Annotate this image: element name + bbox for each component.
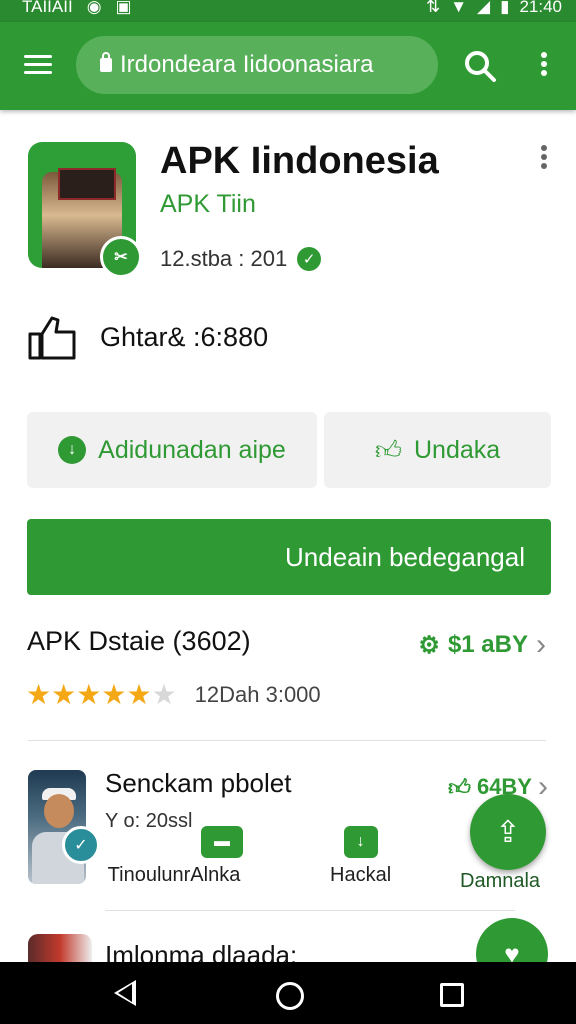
- recents-icon[interactable]: [440, 983, 464, 1007]
- action-item-1[interactable]: ▬ TinoulunrAlnka: [105, 826, 243, 887]
- divider: [105, 910, 515, 911]
- details-price-link[interactable]: ⚙ $1 aBY ›: [418, 628, 546, 662]
- verified-icon: ✓: [297, 247, 322, 271]
- data-icon: ⇅: [425, 0, 441, 16]
- star-icon: ★: [51, 679, 77, 710]
- clock: 21:40: [519, 0, 562, 16]
- star-icon: ★: [101, 679, 127, 710]
- rating-text: 12Dah 3:000: [194, 681, 321, 707]
- like-label: Undaka: [414, 435, 501, 464]
- url-bar[interactable]: Irdondeara Iidoonasiara: [76, 36, 438, 94]
- like-icon: 👍︎: [447, 774, 471, 800]
- list-item-title[interactable]: Senckam pbolet: [105, 768, 291, 799]
- sync-icon: ◉: [86, 0, 102, 16]
- status-bar: TAIIAII ◉ ▣ ⇅ ▼ ◢ ▮ 21:40: [0, 0, 576, 22]
- lock-icon: [100, 52, 112, 72]
- action-label-1: TinoulunrAlnka: [107, 864, 241, 886]
- system-nav-bar: [0, 962, 576, 1024]
- carrier-label: TAIIAII: [22, 0, 73, 16]
- action-item-2[interactable]: ↓ Hackal: [330, 826, 391, 887]
- search-button[interactable]: [462, 48, 498, 84]
- star-empty-icon: ★: [151, 679, 177, 710]
- signal-icon: ◢: [477, 0, 491, 16]
- gear-icon: ⚙: [418, 631, 440, 659]
- menu-icon-line: [24, 55, 52, 58]
- developer-link[interactable]: APK Tiin: [160, 190, 256, 219]
- search-icon: [465, 51, 496, 82]
- app-overflow-button[interactable]: [541, 145, 549, 173]
- menu-icon-line: [24, 63, 52, 66]
- thumb-head: [44, 794, 74, 828]
- back-icon[interactable]: [114, 980, 136, 1006]
- action-item-3[interactable]: Damnala: [460, 870, 540, 893]
- app-icon-board: [58, 168, 116, 200]
- like-icon: 👍︎: [374, 434, 402, 465]
- download-apk-label: Adidunadan aipe: [98, 435, 286, 464]
- fab-upload-button[interactable]: ⇪: [470, 794, 546, 870]
- battery-icon: ▮: [500, 0, 510, 16]
- version-row: 12.stba : 201 ✓: [160, 246, 322, 272]
- action-label-2: Hackal: [330, 864, 392, 886]
- chevron-right-icon: ›: [536, 628, 546, 661]
- list-item-badge-icon: ✓: [62, 826, 100, 864]
- details-price: $1 aBY: [447, 631, 528, 658]
- app-title: APK Iindonesia: [160, 140, 439, 182]
- menu-icon-line: [24, 71, 52, 74]
- download-apk-button[interactable]: ↓ Adidunadan aipe: [27, 412, 317, 488]
- upload-icon: ⇪: [495, 815, 521, 849]
- star-icon: ★: [26, 679, 52, 710]
- like-button[interactable]: 👍︎ Undaka: [324, 412, 551, 488]
- home-icon[interactable]: [276, 982, 304, 1010]
- card-icon: ▬: [201, 826, 243, 858]
- star-icon: ★: [126, 679, 152, 710]
- menu-button[interactable]: [22, 50, 54, 82]
- details-title: APK Dstaie (3602): [27, 626, 251, 656]
- divider: [28, 740, 546, 741]
- overflow-menu-button[interactable]: [541, 52, 549, 80]
- app-badge-icon: ✂: [100, 236, 142, 278]
- action-label-3: Damnala: [460, 870, 541, 892]
- url-text: Irdondeara Iidoonasiara: [120, 51, 374, 78]
- star-icon: ★: [76, 679, 102, 710]
- thumbs-up-icon: [28, 316, 76, 360]
- download-box-icon: ↓: [343, 826, 378, 858]
- stat-text: Ghtar& :6:880: [100, 321, 269, 352]
- download-icon: ↓: [58, 436, 87, 464]
- app-bar: Irdondeara Iidoonasiara: [0, 22, 576, 110]
- rating-stars: ★ ★ ★ ★ ★ ★ 12Dah 3:000: [26, 678, 321, 711]
- stat-row: Ghtar& :6:880: [26, 312, 268, 362]
- primary-download-button[interactable]: Undeain bedegangal: [27, 519, 551, 595]
- chevron-right-icon: ›: [538, 770, 548, 803]
- version-text: 12.stba : 201: [160, 246, 288, 271]
- notification-icon: ▣: [115, 0, 132, 16]
- wifi-icon: ▼: [450, 0, 468, 16]
